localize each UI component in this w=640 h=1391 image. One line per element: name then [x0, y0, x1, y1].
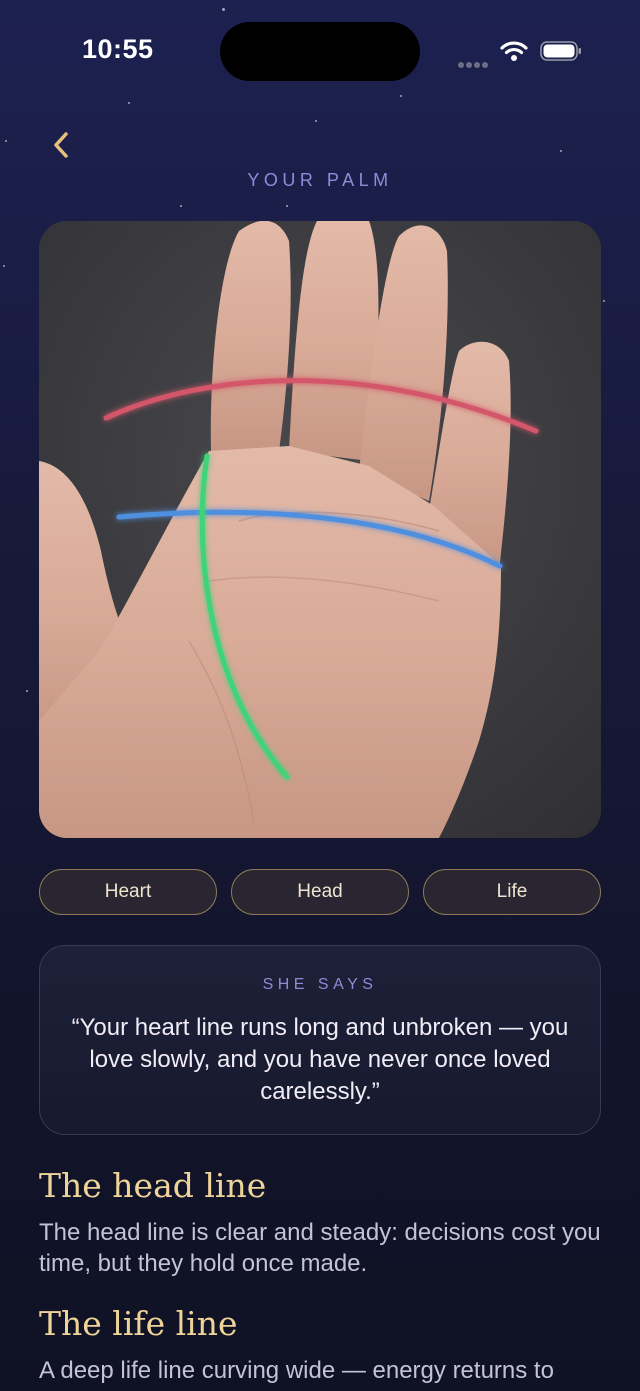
wifi-icon	[500, 41, 528, 61]
battery-icon	[540, 41, 581, 61]
dynamic-island	[220, 22, 420, 81]
reading-card: SHE SAYS “Your heart line runs long and …	[39, 945, 601, 1135]
life-line-text: A deep life line curving wide — energy r…	[39, 1357, 554, 1384]
chevron-left-icon	[54, 132, 68, 158]
tab-heart[interactable]: Heart	[39, 869, 217, 915]
palm-photo	[39, 221, 601, 838]
head-line-text: The head line is clear and steady: decis…	[39, 1219, 601, 1277]
page-title: YOUR PALM	[247, 170, 393, 190]
cellular-signal-icon	[458, 55, 492, 68]
reading-quote: “Your heart line runs long and unbroken …	[71, 1014, 569, 1105]
reading-label: SHE SAYS	[262, 976, 378, 993]
tab-life[interactable]: Life	[423, 869, 601, 915]
life-line-title: The life line	[39, 1304, 238, 1343]
status-time: 10:55	[82, 34, 154, 64]
tab-head[interactable]: Head	[231, 869, 409, 915]
head-line-title: The head line	[39, 1166, 267, 1205]
back-button[interactable]	[48, 128, 78, 162]
